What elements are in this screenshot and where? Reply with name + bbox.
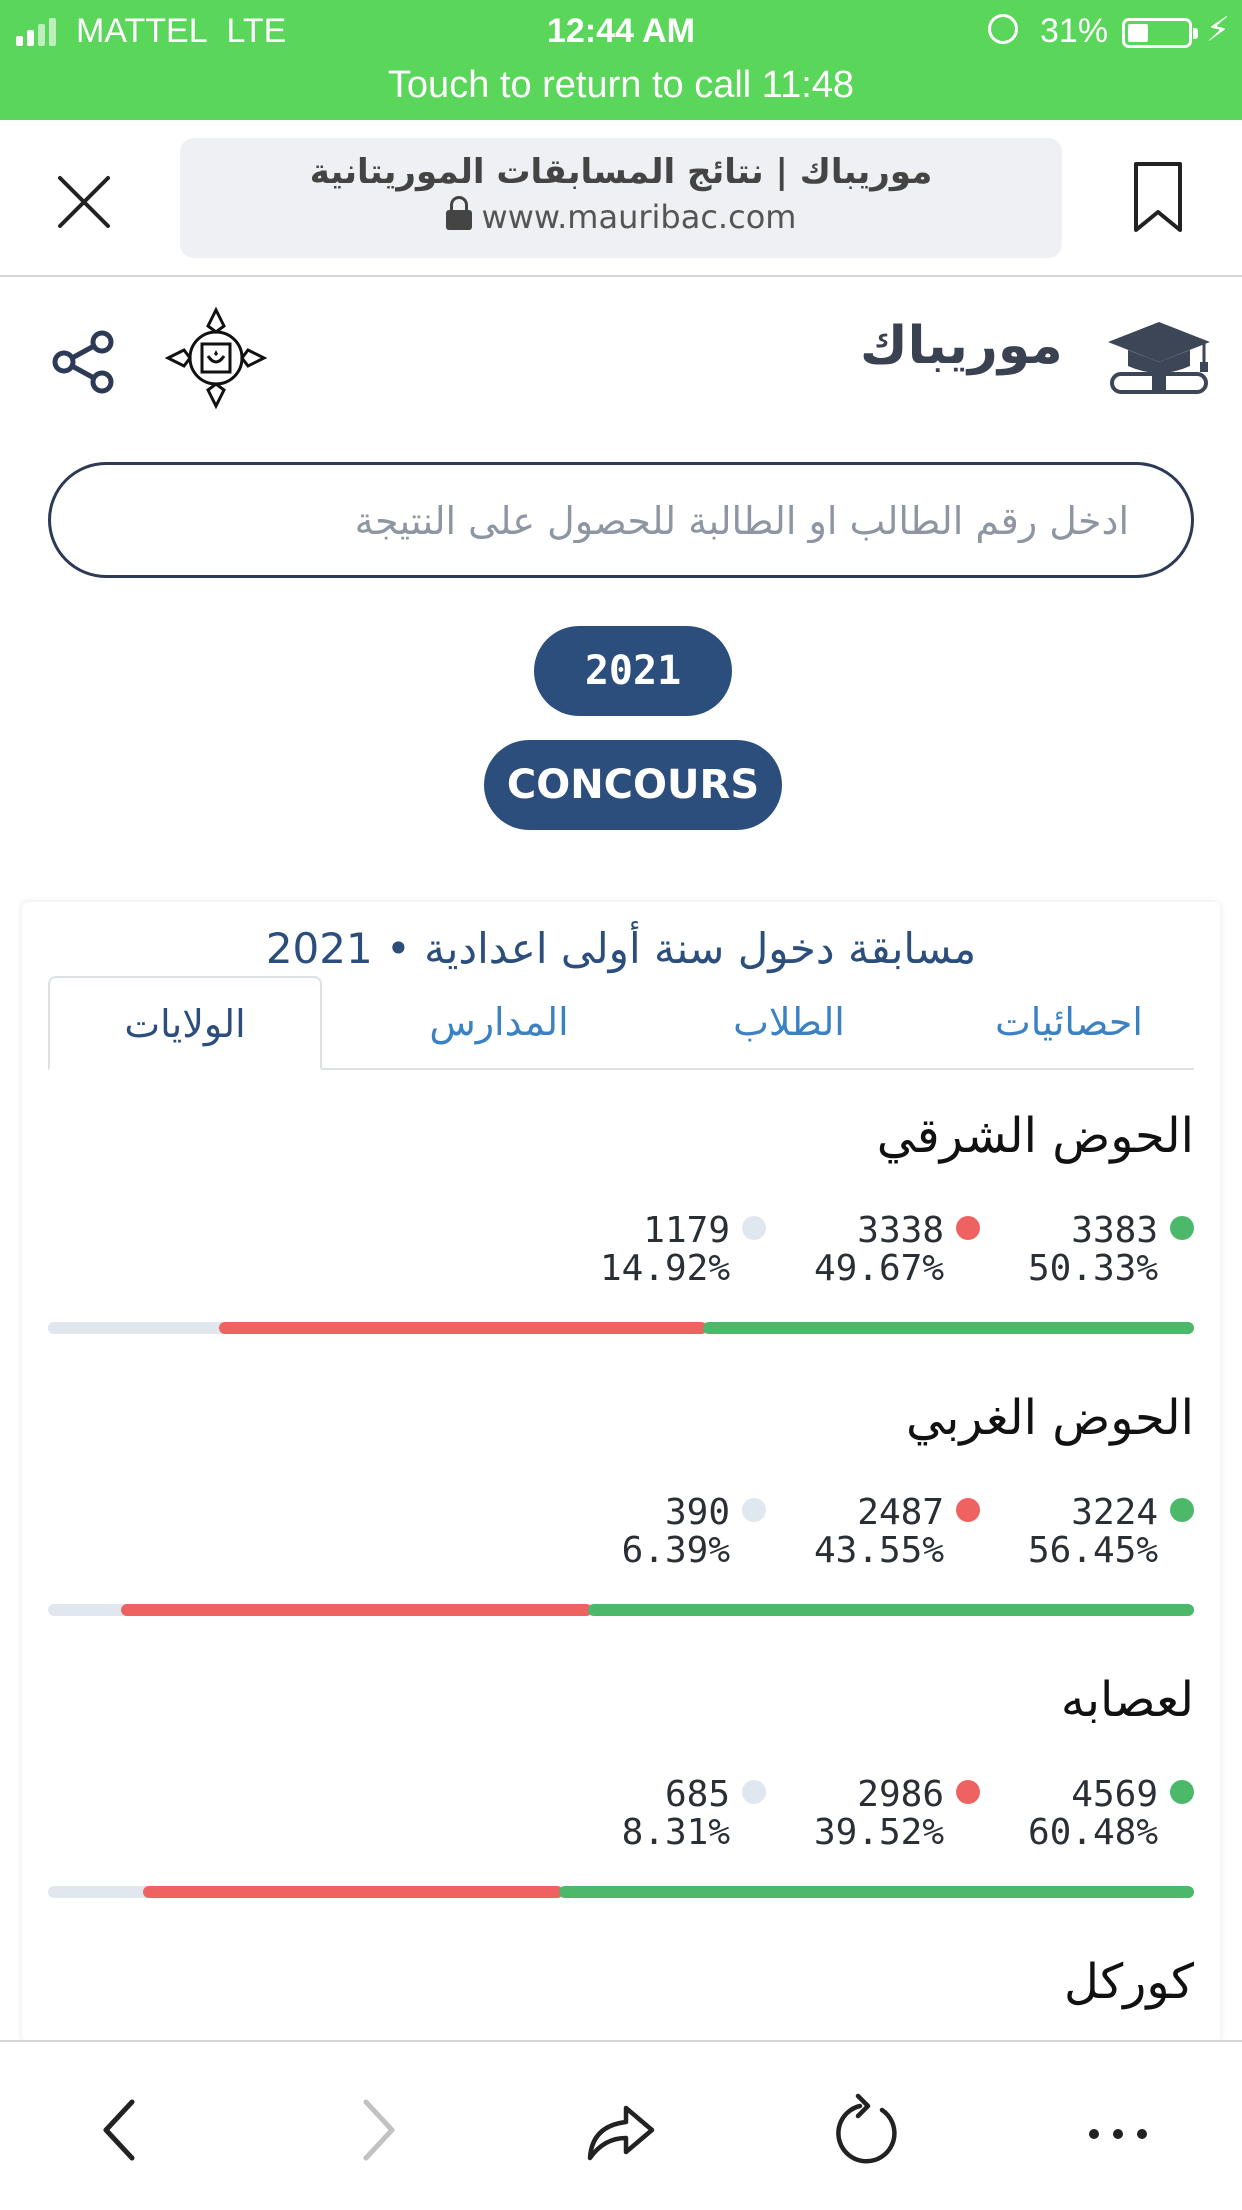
address-bar[interactable]: موريباك | نتائج المسابقات الموريتانية ww… [180, 138, 1062, 258]
tab-regions[interactable]: الولايات [48, 976, 322, 1070]
tab-students[interactable]: الطلاب [664, 976, 914, 1068]
failed-stat: 2986 39.52% [744, 1776, 980, 1852]
region-row: الحوض الغربي 3224 56.45% 2487 43.55% 390 6.… [48, 1390, 1194, 1672]
charging-icon: ⚡ [1206, 10, 1230, 50]
result-bar [48, 1604, 1194, 1616]
year-button[interactable]: 2021 [534, 626, 732, 716]
share-icon[interactable] [48, 326, 120, 398]
reload-icon[interactable] [830, 2092, 906, 2168]
page-url: www.mauribac.com [481, 198, 797, 236]
page-title: موريباك | نتائج المسابقات الموريتانية [309, 152, 933, 192]
region-name: لعصابه [1060, 1672, 1194, 1728]
tab-schools[interactable]: المدارس [364, 976, 634, 1068]
absent-stat: 390 6.39% [530, 1494, 766, 1570]
lock-icon [445, 196, 472, 230]
failed-dot-icon [956, 1780, 980, 1804]
share-icon[interactable] [582, 2092, 658, 2168]
student-search[interactable] [48, 462, 1194, 578]
passed-stat: 4569 60.48% [958, 1776, 1194, 1852]
exam-type-button[interactable]: CONCOURS [484, 740, 782, 830]
failed-dot-icon [956, 1216, 980, 1240]
passed-dot-icon [1170, 1216, 1194, 1240]
browser-header: موريباك | نتائج المسابقات الموريتانية ww… [0, 120, 1242, 277]
failed-stat: 2487 43.55% [744, 1494, 980, 1570]
passed-dot-icon [1170, 1780, 1194, 1804]
close-icon[interactable] [52, 170, 116, 234]
absent-dot-icon [742, 1498, 766, 1522]
back-icon[interactable] [82, 2092, 158, 2168]
failed-segment [219, 1322, 708, 1334]
region-name: كوركل [1063, 1954, 1194, 2010]
return-to-call-banner[interactable]: Touch to return to call 11:48 [0, 64, 1242, 107]
failed-dot-icon [956, 1498, 980, 1522]
result-bar [48, 1886, 1194, 1898]
student-number-input[interactable] [111, 485, 1131, 557]
passed-stat: 3224 56.45% [958, 1494, 1194, 1570]
result-bar [48, 1322, 1194, 1334]
browser-toolbar [0, 2040, 1242, 2210]
absent-dot-icon [742, 1780, 766, 1804]
region-row: الحوض الشرقي 3383 50.33% 3338 49.67% 1179 1… [48, 1108, 1194, 1390]
failed-segment [143, 1886, 563, 1898]
bookmark-icon[interactable] [1132, 160, 1184, 236]
region-row: كوركل [48, 1954, 1194, 2042]
card-title: مسابقة دخول سنة أولى اعدادية • 2021 [265, 924, 977, 973]
national-emblem-icon [164, 306, 268, 410]
tab-bar: احصائيات الطلاب المدارس الولايات [48, 976, 1194, 1070]
more-icon[interactable] [1080, 2092, 1156, 2168]
region-row: لعصابه 4569 60.48% 2986 39.52% 685 8.31% [48, 1672, 1194, 1954]
site-logo-text[interactable]: موريباك [860, 316, 1063, 376]
passed-segment [703, 1322, 1194, 1334]
region-name: الحوض الغربي [906, 1390, 1194, 1446]
battery-percentage: 31% [1040, 12, 1109, 50]
absent-dot-icon [742, 1216, 766, 1240]
region-name: الحوض الشرقي [876, 1108, 1194, 1164]
absent-stat: 685 8.31% [530, 1776, 766, 1852]
passed-dot-icon [1170, 1498, 1194, 1522]
passed-segment [588, 1604, 1194, 1616]
results-card: مسابقة دخول سنة أولى اعدادية • 2021 احصا… [22, 902, 1220, 2042]
graduation-cap-icon [1108, 322, 1210, 394]
absent-stat: 1179 14.92% [530, 1212, 766, 1288]
passed-segment [558, 1886, 1194, 1898]
tab-statistics[interactable]: احصائيات [944, 976, 1194, 1068]
rotation-lock-icon [988, 14, 1018, 44]
forward-icon[interactable] [340, 2092, 416, 2168]
failed-segment [121, 1604, 593, 1616]
passed-stat: 3383 50.33% [958, 1212, 1194, 1288]
status-bar: MATTEL LTE 12:44 AM 31% ⚡ Touch to retur… [0, 0, 1242, 120]
failed-stat: 3338 49.67% [744, 1212, 980, 1288]
battery-icon [1122, 18, 1198, 48]
